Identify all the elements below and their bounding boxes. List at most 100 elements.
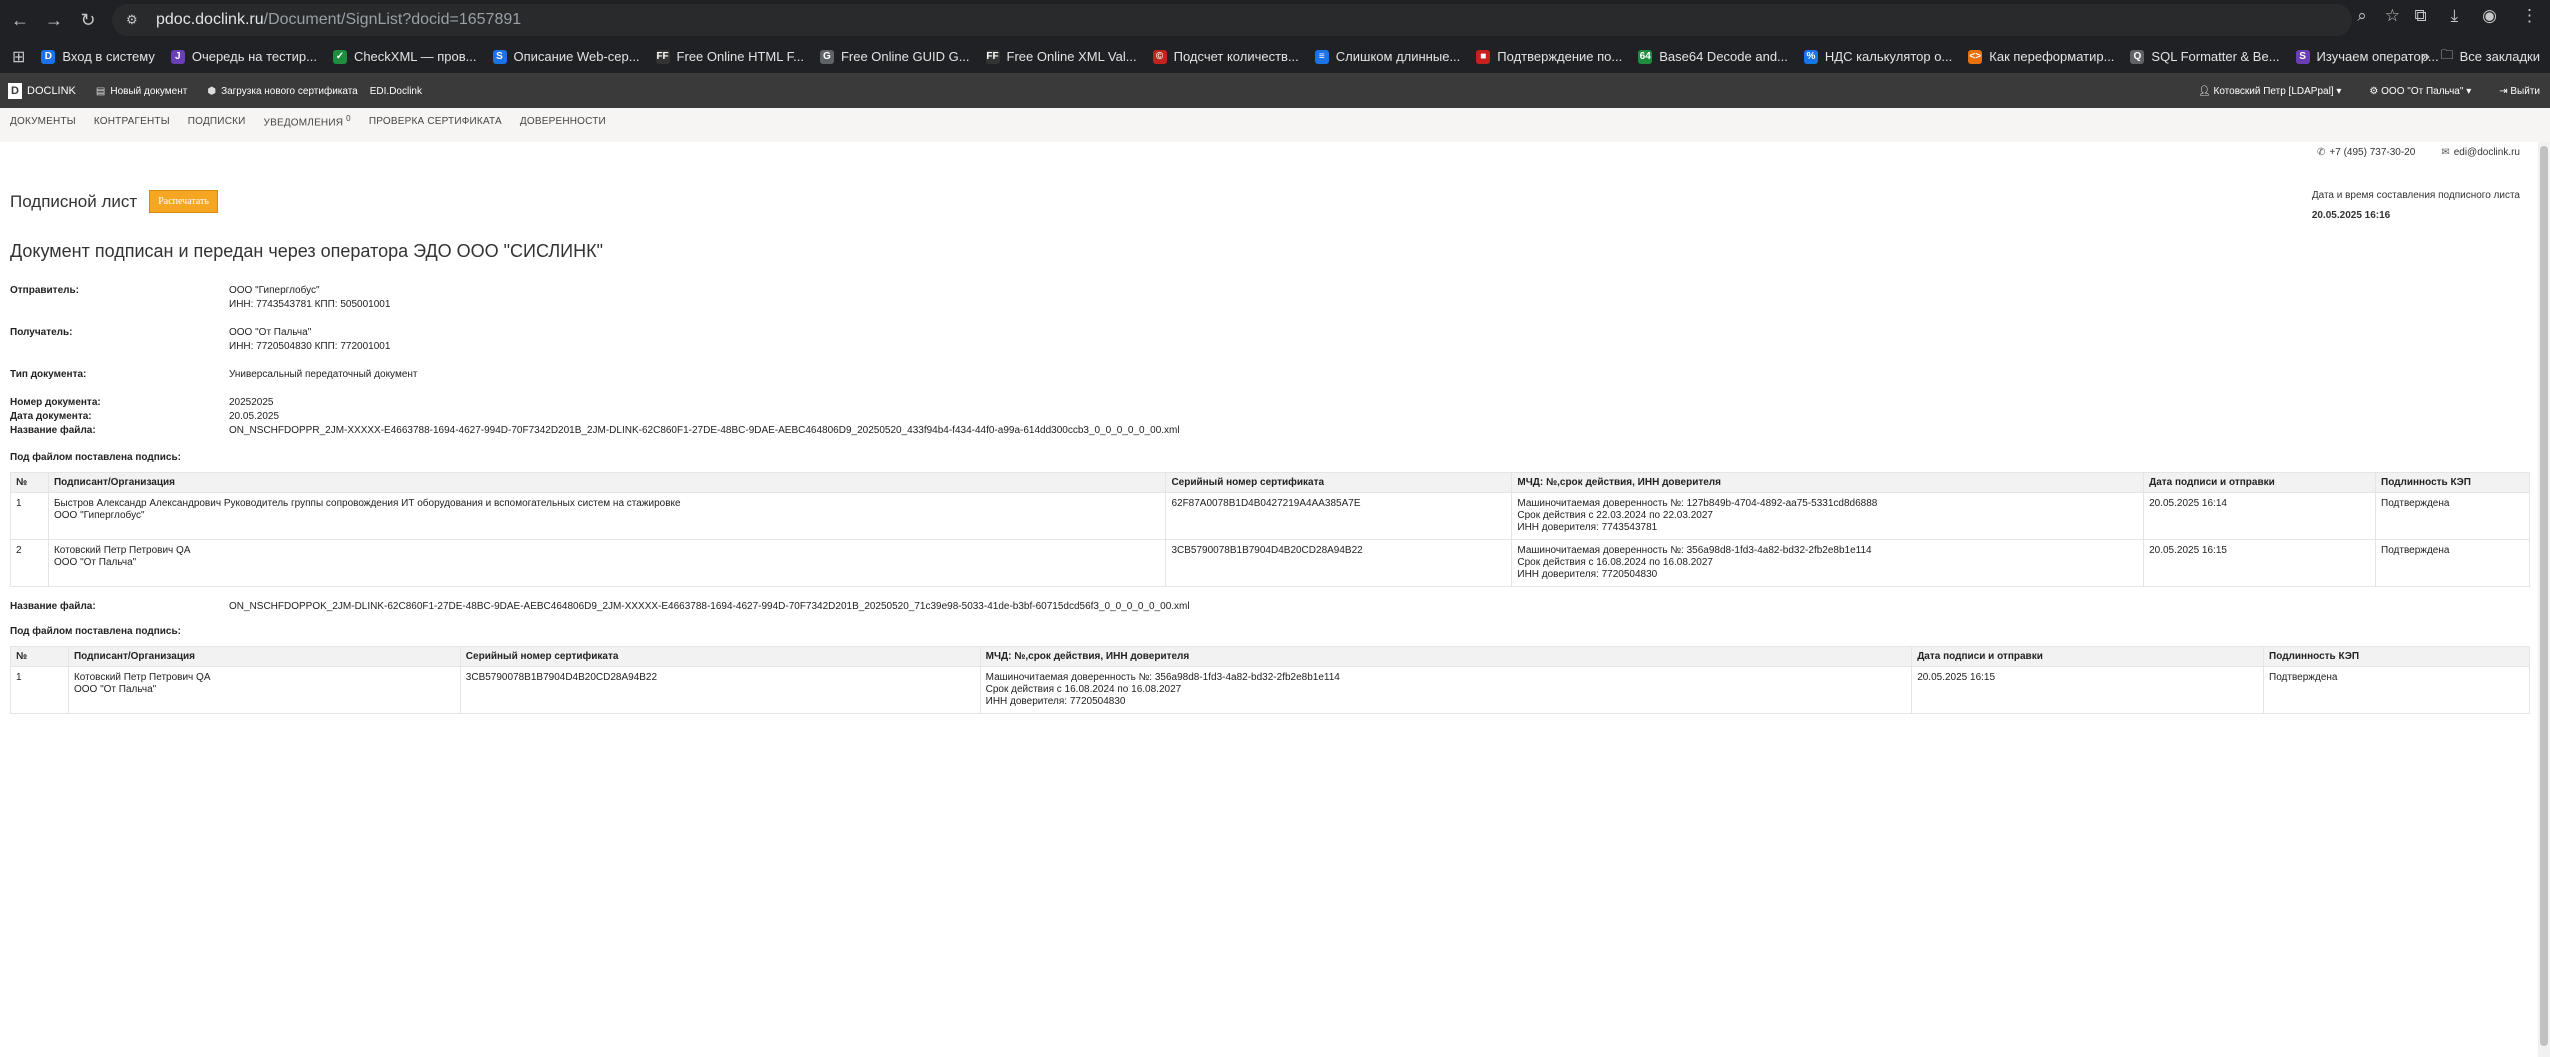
sign-date: 20.05.2025 16:14 bbox=[2143, 492, 2376, 540]
bookmark-item[interactable]: S Описание Web-сер... bbox=[492, 49, 640, 64]
bookmark-item[interactable]: FF Free Online HTML F... bbox=[655, 49, 804, 64]
file-name-label-2: Название файла: bbox=[10, 601, 96, 612]
logout-link[interactable]: ⇥ Выйти bbox=[2499, 86, 2540, 97]
sign-validity: Подтверждена bbox=[2375, 492, 2530, 540]
sign-validity: Подтверждена bbox=[2263, 666, 2530, 714]
bookmark-favicon-icon: Q bbox=[2130, 49, 2145, 64]
file-name-row-2: Название файла: ON_NSCHFDOPPOK_2JM-DLINK… bbox=[10, 601, 2530, 612]
sign-date: 20.05.2025 16:15 bbox=[2143, 539, 2376, 587]
col-mchd: МЧД: №,срок действия, ИНН доверителя bbox=[979, 646, 1913, 667]
extensions-icon[interactable]: ⧉ bbox=[2415, 6, 2427, 26]
page-subtitle: Документ подписан и передан через операт… bbox=[10, 241, 603, 261]
bookmark-star-icon[interactable]: ☆ bbox=[2385, 6, 2400, 26]
receiver-label: Получатель: bbox=[10, 327, 73, 338]
bookmark-favicon-icon: S bbox=[2295, 49, 2310, 64]
col-signer: Подписант/Организация bbox=[47, 472, 1167, 493]
bookmark-item[interactable]: 64 Base64 Decode and... bbox=[1638, 49, 1788, 64]
certificate-icon: ⬢ bbox=[207, 85, 217, 97]
bookmark-favicon-icon: FF bbox=[655, 49, 670, 64]
print-button[interactable]: Распечатать bbox=[149, 190, 218, 213]
edi-doclink-link[interactable]: EDI.Doclink bbox=[370, 86, 422, 97]
scrollbar-thumb[interactable] bbox=[2540, 146, 2548, 1046]
zoom-icon[interactable]: ⌕ bbox=[2357, 6, 2367, 26]
support-email[interactable]: ✉ edi@doclink.ru bbox=[2441, 147, 2520, 158]
gear-icon: ⚙ bbox=[2369, 85, 2382, 97]
receiver-name: ООО "От Пальча" bbox=[229, 327, 312, 338]
signatures-label-2: Под файлом поставлена подпись: bbox=[10, 626, 181, 637]
caret-down-icon: ▾ bbox=[2336, 85, 2342, 97]
bookmark-favicon-icon: S bbox=[492, 49, 507, 64]
signer-org: ООО "Гиперглобус" bbox=[53, 510, 145, 521]
doc-number-value: 20252025 bbox=[229, 397, 274, 408]
bookmark-item[interactable]: © Подсчет количеств... bbox=[1152, 49, 1299, 64]
user-menu[interactable]: 👤︎ Котовский Петр [LDAPpal] ▾ bbox=[2198, 86, 2341, 97]
bookmark-favicon-icon: J bbox=[170, 49, 185, 64]
nav-power-of-attorney[interactable]: ДОВЕРЕННОСТИ bbox=[520, 116, 606, 127]
nav-notifications[interactable]: УВЕДОМЛЕНИЯ 0 bbox=[264, 114, 351, 128]
reload-icon[interactable]: ↻ bbox=[74, 6, 102, 34]
cert-serial: 62F87A0078B1D4B0427219A4AA385A7E bbox=[1165, 492, 1513, 540]
bookmark-item[interactable]: FF Free Online XML Val... bbox=[985, 49, 1137, 64]
all-bookmarks[interactable]: 🗀 Все закладки bbox=[2441, 46, 2540, 68]
bookmark-item[interactable]: ■ Подтверждение по... bbox=[1476, 49, 1622, 64]
document-details: Отправитель: ООО "Гиперглобус" ИНН: 7743… bbox=[10, 284, 2530, 438]
bookmark-item[interactable]: % НДС калькулятор о... bbox=[1803, 49, 1952, 64]
org-menu[interactable]: ⚙ ООО "От Пальча" ▾ bbox=[2369, 86, 2471, 97]
apps-icon[interactable]: ⊞ bbox=[12, 47, 25, 67]
receiver-ids: ИНН: 7720504830 КПП: 772001001 bbox=[229, 341, 391, 352]
col-date: Дата подписи и отправки bbox=[2143, 472, 2376, 493]
col-date: Дата подписи и отправки bbox=[1911, 646, 2265, 667]
signer-org: ООО "От Пальча" bbox=[53, 557, 137, 568]
col-signer: Подписант/Организация bbox=[67, 646, 461, 667]
bookmark-item[interactable]: G Free Online GUID G... bbox=[819, 49, 970, 64]
signer-name: Быстров Александр Александрович Руководи… bbox=[53, 498, 681, 509]
address-bar[interactable]: ⚙ pdoc.doclink.ru/Document/SignList?doci… bbox=[112, 4, 2352, 36]
file-name-label: Название файла: bbox=[10, 425, 96, 436]
nav-certificate-check[interactable]: ПРОВЕРКА СЕРТИФИКАТА bbox=[369, 116, 502, 127]
col-valid: Подлинность КЭП bbox=[2375, 472, 2530, 493]
main-nav: ДОКУМЕНТЫ КОНТРАГЕНТЫ ПОДПИСКИ УВЕДОМЛЕН… bbox=[0, 108, 2550, 134]
new-document-link[interactable]: ▤ Новый документ bbox=[96, 86, 187, 97]
doclink-logo[interactable]: D DOCLINK bbox=[8, 83, 76, 99]
bookmark-item[interactable]: Q SQL Formatter & Be... bbox=[2130, 49, 2280, 64]
signatures-label-1: Под файлом поставлена подпись: bbox=[10, 452, 181, 463]
doc-date-label: Дата документа: bbox=[10, 411, 92, 422]
bookmark-item[interactable]: D Вход в систему bbox=[41, 49, 155, 64]
bookmark-item[interactable]: S Изучаем оператор... bbox=[2295, 49, 2439, 64]
browser-toolbar: ← → ↻ ⚙ pdoc.doclink.ru/Document/SignLis… bbox=[0, 0, 2550, 40]
downloads-icon[interactable]: ⤓ bbox=[2451, 6, 2459, 26]
sign-list-content: Подписной лист Распечатать Дата и время … bbox=[10, 190, 2530, 714]
file-name-2: ON_NSCHFDOPPOK_2JM-DLINK-62C860F1-27DE-4… bbox=[229, 601, 1190, 612]
bookmark-item[interactable]: ✓ CheckXML — пров... bbox=[332, 49, 477, 64]
back-icon[interactable]: ← bbox=[6, 6, 34, 34]
bookmark-favicon-icon: % bbox=[1803, 49, 1818, 64]
col-num: № bbox=[10, 472, 49, 493]
nav-underline bbox=[0, 134, 2550, 142]
logo-icon: D bbox=[8, 83, 22, 99]
bookmark-item[interactable]: ≡ Слишком длинные... bbox=[1314, 49, 1460, 64]
profile-icon[interactable]: ◉ bbox=[2482, 6, 2497, 26]
bookmark-favicon-icon: D bbox=[41, 49, 56, 64]
phone-icon: ✆ bbox=[2317, 147, 2326, 158]
nav-documents[interactable]: ДОКУМЕНТЫ bbox=[10, 116, 76, 127]
app-header: D DOCLINK ▤ Новый документ ⬢ Загрузка новог… bbox=[0, 74, 2550, 108]
sender-name: ООО "Гиперглобус" bbox=[229, 285, 320, 296]
bookmark-favicon-icon: FF bbox=[985, 49, 1000, 64]
upload-certificate-link[interactable]: ⬢ Загрузка нового сертификата bbox=[207, 86, 357, 97]
bookmark-item[interactable]: J Очередь на тестир... bbox=[170, 49, 317, 64]
bookmark-item[interactable]: <> Как переформатир... bbox=[1968, 49, 2114, 64]
forward-icon[interactable]: → bbox=[40, 6, 68, 34]
menu-icon[interactable]: ⋮ bbox=[2521, 6, 2538, 26]
sign-list-date: Дата и время составления подписного лист… bbox=[2311, 190, 2520, 221]
nav-counterparties[interactable]: КОНТРАГЕНТЫ bbox=[94, 116, 170, 127]
bookmark-favicon-icon: ■ bbox=[1476, 49, 1491, 64]
cert-serial: 3CB5790078B1B7904D4B20CD28A94B22 bbox=[1165, 539, 1513, 587]
table-row: 2 Котовский Петр Петрович QA ООО "От Паль… bbox=[10, 539, 2530, 587]
more-bookmarks-icon[interactable]: » bbox=[2421, 48, 2430, 66]
doc-type-value: Универсальный передаточный документ bbox=[229, 369, 418, 380]
site-info-icon[interactable]: ⚙ bbox=[126, 12, 148, 28]
caret-down-icon: ▾ bbox=[2466, 85, 2472, 97]
signatures-table-1: № Подписант/Организация Серийный номер с… bbox=[10, 472, 2530, 587]
nav-subscriptions[interactable]: ПОДПИСКИ bbox=[188, 116, 246, 127]
bookmark-favicon-icon: G bbox=[819, 49, 834, 64]
